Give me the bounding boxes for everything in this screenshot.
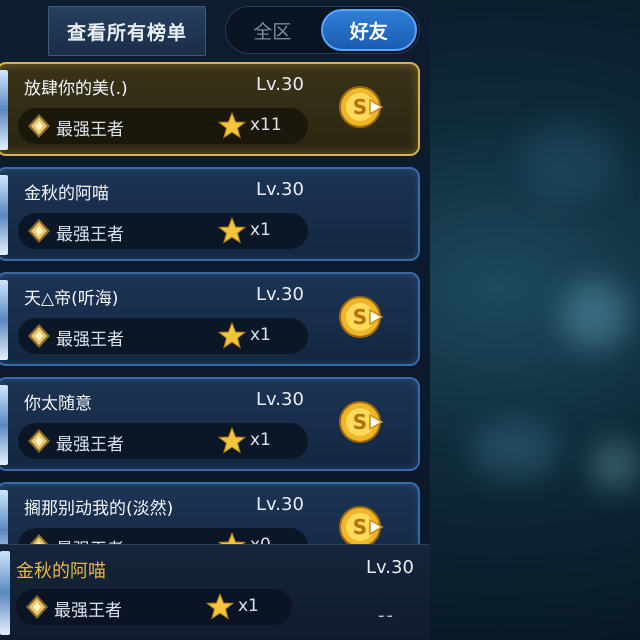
king-rank-emblem-icon xyxy=(29,534,49,544)
star-count: x0 xyxy=(250,535,271,544)
tier-bar: 最强王者 x1 xyxy=(18,423,308,459)
send-gold-coin-icon[interactable]: S xyxy=(338,504,384,544)
tier-bar: 最强王者 x0 xyxy=(18,528,308,544)
self-tier-name: 最强王者 xyxy=(54,601,122,621)
player-level: Lv.30 xyxy=(256,389,304,410)
king-rank-emblem-icon xyxy=(28,429,50,453)
svg-text:S: S xyxy=(353,95,367,119)
player-name: 你太随意 xyxy=(24,394,92,414)
background-bokeh xyxy=(520,120,620,200)
rank-list-item[interactable]: 放肆你的美(.) Lv.30 最强王者 x11 S xyxy=(0,62,420,156)
rank-list-item[interactable]: 你太随意 Lv.30 最强王者 x1 S xyxy=(0,377,420,471)
tier-name: 最强王者 xyxy=(56,535,124,544)
tier-bar: 最强王者 x1 xyxy=(18,213,308,249)
avatar[interactable] xyxy=(0,551,10,635)
self-tier-bar: 最强王者 x1 xyxy=(16,589,292,625)
tier-name: 最强王者 xyxy=(56,330,124,350)
svg-text:S: S xyxy=(353,410,367,434)
gold-star-icon xyxy=(218,427,246,454)
view-all-leaderboards-button[interactable]: 查看所有榜单 xyxy=(48,6,206,56)
king-rank-emblem-icon xyxy=(28,219,50,243)
tab-all-region[interactable]: 全区 xyxy=(226,7,319,53)
self-level: Lv.30 xyxy=(366,557,414,578)
star-count: x1 xyxy=(250,430,271,450)
scope-tab-switch: 全区 好友 xyxy=(225,6,420,54)
send-gold-coin-icon[interactable]: S xyxy=(338,399,384,445)
avatar[interactable] xyxy=(0,490,8,544)
background-bokeh xyxy=(560,280,630,350)
self-rank-position: -- xyxy=(378,605,395,626)
svg-text:S: S xyxy=(353,515,367,539)
player-level: Lv.30 xyxy=(256,284,304,305)
tier-name: 最强王者 xyxy=(56,120,124,140)
player-name: 天△帝(听海) xyxy=(24,289,119,309)
rank-list-item[interactable]: 搁那别动我的(淡然) Lv.30 最强王者 x0 S xyxy=(0,482,420,544)
background-bokeh xyxy=(470,420,560,480)
tier-bar: 最强王者 x11 xyxy=(18,108,308,144)
gold-star-icon xyxy=(218,532,246,544)
self-player-name: 金秋的阿喵 xyxy=(16,561,106,582)
friend-rank-list[interactable]: 放肆你的美(.) Lv.30 最强王者 x11 S 金秋的阿喵 Lv.30 最强王者 x1 天△帝… xyxy=(0,62,430,544)
ranking-panel: 查看所有榜单 全区 好友 放肆你的美(.) Lv.30 最强王者 x11 S 金秋的阿喵 L… xyxy=(0,0,430,640)
gold-star-icon xyxy=(218,112,246,139)
player-level: Lv.30 xyxy=(256,74,304,95)
star-count: x1 xyxy=(250,220,271,240)
tier-name: 最强王者 xyxy=(56,435,124,455)
send-gold-coin-icon[interactable]: S xyxy=(338,84,384,130)
svg-text:S: S xyxy=(353,305,367,329)
king-rank-emblem-icon xyxy=(26,595,48,619)
king-rank-emblem-icon xyxy=(28,114,50,138)
star-count: x11 xyxy=(250,115,282,135)
send-gold-coin-icon[interactable]: S xyxy=(338,294,384,340)
self-star-count: x1 xyxy=(238,596,259,616)
avatar[interactable] xyxy=(0,70,8,150)
gold-star-icon xyxy=(206,593,234,620)
my-rank-bar: 金秋的阿喵 Lv.30 最强王者 x1 -- xyxy=(0,544,430,640)
tab-friends[interactable]: 好友 xyxy=(320,9,417,51)
player-level: Lv.30 xyxy=(256,179,304,200)
king-rank-emblem-icon xyxy=(28,324,50,348)
tier-bar: 最强王者 x1 xyxy=(18,318,308,354)
avatar[interactable] xyxy=(0,280,8,360)
gold-star-icon xyxy=(218,322,246,349)
rank-list-item[interactable]: 金秋的阿喵 Lv.30 最强王者 x1 xyxy=(0,167,420,261)
player-name: 搁那别动我的(淡然) xyxy=(24,499,174,519)
player-name: 放肆你的美(.) xyxy=(24,79,128,99)
background-bokeh xyxy=(590,440,640,490)
star-count: x1 xyxy=(250,325,271,345)
rank-list-item[interactable]: 天△帝(听海) Lv.30 最强王者 x1 S xyxy=(0,272,420,366)
player-name: 金秋的阿喵 xyxy=(24,184,109,204)
player-level: Lv.30 xyxy=(256,494,304,515)
avatar[interactable] xyxy=(0,385,8,465)
avatar[interactable] xyxy=(0,175,8,255)
gold-star-icon xyxy=(218,217,246,244)
tier-name: 最强王者 xyxy=(56,225,124,245)
